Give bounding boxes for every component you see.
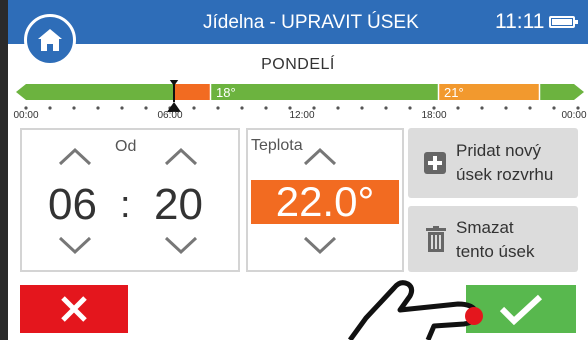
home-button[interactable] — [24, 14, 76, 66]
home-icon — [38, 29, 62, 51]
header-bar: Jídelna - UPRAVIT ÚSEK 11:11 — [8, 0, 588, 44]
battery-icon — [549, 16, 578, 28]
minutes-up-chevron-icon[interactable] — [164, 146, 198, 166]
clock: 11:11 — [495, 10, 545, 33]
day-label: PONDELÍ — [261, 56, 335, 73]
thermostat-screen: Jídelna - UPRAVIT ÚSEK 11:11 PONDELÍ 18°… — [8, 0, 588, 340]
timeline-segment-3 — [211, 84, 438, 100]
page-title: Jídelna - UPRAVIT ÚSEK — [203, 12, 419, 33]
time-separator: : — [120, 184, 131, 226]
temperature-down-chevron-icon[interactable] — [303, 236, 337, 256]
cancel-button[interactable] — [20, 285, 128, 333]
minutes-down-chevron-icon[interactable] — [164, 236, 198, 256]
hours-up-chevron-icon[interactable] — [58, 146, 92, 166]
segment-label-21: 21° — [444, 85, 464, 100]
add-segment-button[interactable]: Pridat nový úsek rozvrhu — [408, 128, 578, 198]
tapping-hand-icon — [347, 280, 483, 340]
trash-icon — [426, 226, 446, 252]
timeline-segment-1 — [26, 84, 174, 100]
segment-label-18: 18° — [216, 85, 236, 100]
minutes-value: 20 — [154, 180, 203, 229]
plus-icon — [424, 152, 446, 174]
temperature-label: Teplota — [251, 137, 303, 154]
hours-value: 06 — [48, 180, 97, 229]
add-segment-label-line2: úsek rozvrhu — [456, 165, 554, 184]
timeline-segment-2 — [174, 84, 210, 100]
tick-label-4: 00:00 — [561, 110, 587, 121]
delete-segment-label-line1: Smazat — [456, 218, 514, 237]
tick-label-3: 18:00 — [421, 110, 447, 121]
add-segment-label-line1: Pridat nový — [456, 141, 542, 160]
tick-label-0: 00:00 — [13, 110, 39, 121]
temperature-up-chevron-icon[interactable] — [303, 146, 337, 166]
timeline-segment-5 — [540, 84, 574, 100]
tick-label-1: 06:00 — [157, 110, 183, 121]
tick-label-2: 12:00 — [289, 110, 315, 121]
hours-down-chevron-icon[interactable] — [58, 236, 92, 256]
temperature-value: 22.0° — [251, 180, 399, 224]
od-label: Od — [115, 138, 137, 155]
close-icon — [61, 296, 87, 322]
